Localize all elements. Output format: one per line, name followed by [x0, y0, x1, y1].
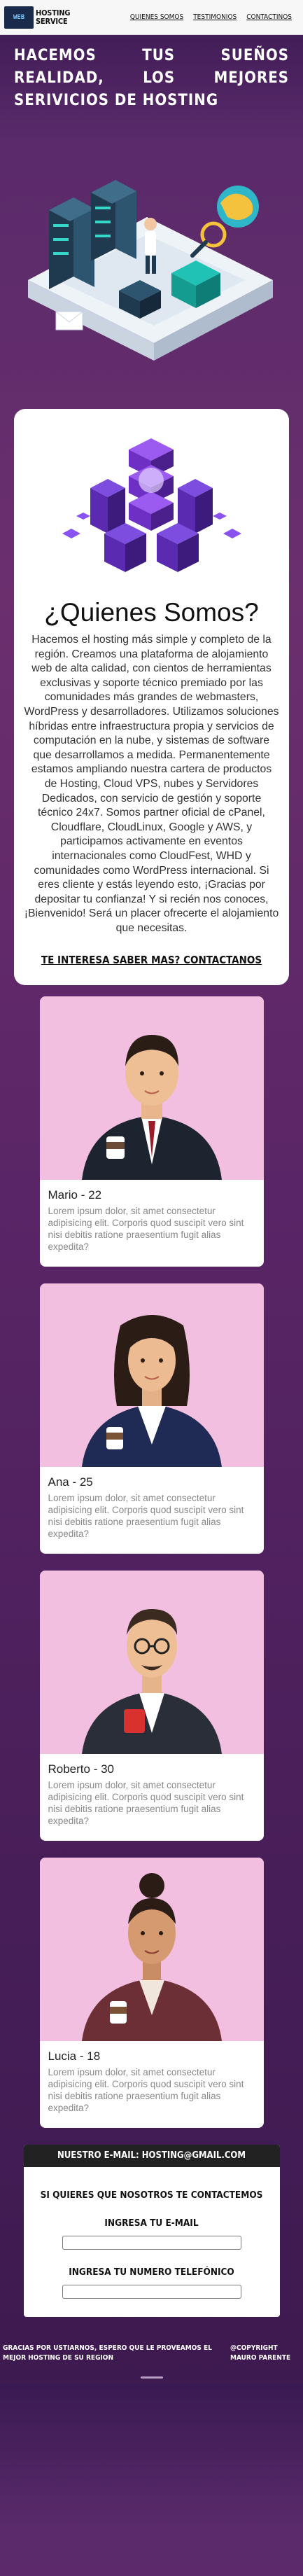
contact-cta-link[interactable]: Te interesa saber mas? contactanos — [41, 954, 262, 966]
contact-email-header: Nuestro e-mail: hosting@gmail.com — [23, 2145, 280, 2168]
phone-field[interactable] — [62, 2285, 241, 2299]
nav-link-contactinos[interactable]: Contactinos — [246, 13, 292, 21]
member-description: Lorem ipsum dolor, sit amet consectetur … — [48, 1493, 244, 1540]
team-card: Roberto - 30 Lorem ipsum dolor, sit amet… — [39, 1571, 264, 1842]
footer: Gracias por ustiarnos, espero que le pro… — [0, 2334, 303, 2370]
member-avatar — [39, 1571, 264, 1755]
member-avatar — [39, 1283, 264, 1468]
man-avatar-icon — [81, 1035, 222, 1181]
navbar: WEB HOSTING SERVICE Quienes Somos Testim… — [0, 0, 303, 35]
logo-text: HOSTING SERVICE — [36, 8, 71, 26]
phone-label: Ingresa tu numero telefónico — [69, 2267, 234, 2278]
server-stack-icon — [62, 438, 241, 572]
member-name: Ana - 25 — [48, 1475, 93, 1489]
member-description: Lorem ipsum dolor, sit amet consectetur … — [48, 1206, 244, 1253]
member-avatar — [39, 1858, 264, 2042]
team-card: Mario - 22 Lorem ipsum dolor, sit amet c… — [39, 996, 264, 1267]
member-name: Lucia - 18 — [48, 2049, 101, 2063]
man-glasses-avatar-icon — [81, 1609, 222, 1755]
team-card: Lucia - 18 Lorem ipsum dolor, sit amet c… — [39, 1858, 264, 2129]
member-name: Mario - 22 — [48, 1188, 102, 1202]
logo-text-line-2: SERVICE — [36, 16, 68, 26]
server-logo-icon: WEB — [4, 6, 34, 29]
email-field[interactable] — [62, 2236, 241, 2250]
email-label: Ingresa tu e-mail — [104, 2218, 199, 2229]
about-card: ¿Quienes Somos? Hacemos el hosting más s… — [14, 409, 289, 986]
about-title: ¿Quienes Somos? — [44, 598, 259, 627]
hero-section: Hacemos tus sueños realidad, los mejores… — [0, 35, 303, 399]
isometric-servers-illustration — [14, 119, 289, 399]
member-name: Roberto - 30 — [48, 1762, 115, 1776]
contact-section: Nuestro e-mail: hosting@gmail.com Si qui… — [23, 2145, 280, 2318]
logo[interactable]: WEB HOSTING SERVICE — [4, 6, 70, 29]
server-stack-illustration — [24, 422, 279, 590]
member-description: Lorem ipsum dolor, sit amet consectetur … — [48, 2067, 244, 2114]
about-description: Hacemos el hosting más simple y completo… — [24, 634, 279, 934]
team-section: Mario - 22 Lorem ipsum dolor, sit amet c… — [0, 985, 303, 2129]
scroll-bar[interactable] — [140, 2376, 163, 2379]
datacenter-icon — [28, 180, 273, 361]
woman-bun-avatar-icon — [81, 1873, 222, 2042]
footer-thanks: Gracias por ustiarnos, espero que le pro… — [3, 2344, 212, 2362]
member-description: Lorem ipsum dolor, sit amet consectetur … — [48, 1780, 244, 1827]
hero-title: Hacemos tus sueños realidad, los mejores… — [14, 47, 289, 109]
contact-prompt: Si quieres que nosotros te contactemos — [40, 2189, 263, 2201]
nav-link-quienes-somos[interactable]: Quienes Somos — [130, 13, 183, 21]
team-card: Ana - 25 Lorem ipsum dolor, sit amet con… — [39, 1283, 264, 1554]
woman-avatar-icon — [81, 1315, 222, 1468]
footer-copyright: @Copyright Mauro Parente — [230, 2344, 291, 2362]
logo-text-line-1: HOSTING — [36, 8, 71, 18]
member-avatar — [39, 996, 264, 1181]
scroll-indicator — [0, 2370, 303, 2384]
nav-link-testimonios[interactable]: Testimonios — [193, 13, 237, 21]
nav-links: Quienes Somos Testimonios Contactinos — [130, 13, 299, 21]
